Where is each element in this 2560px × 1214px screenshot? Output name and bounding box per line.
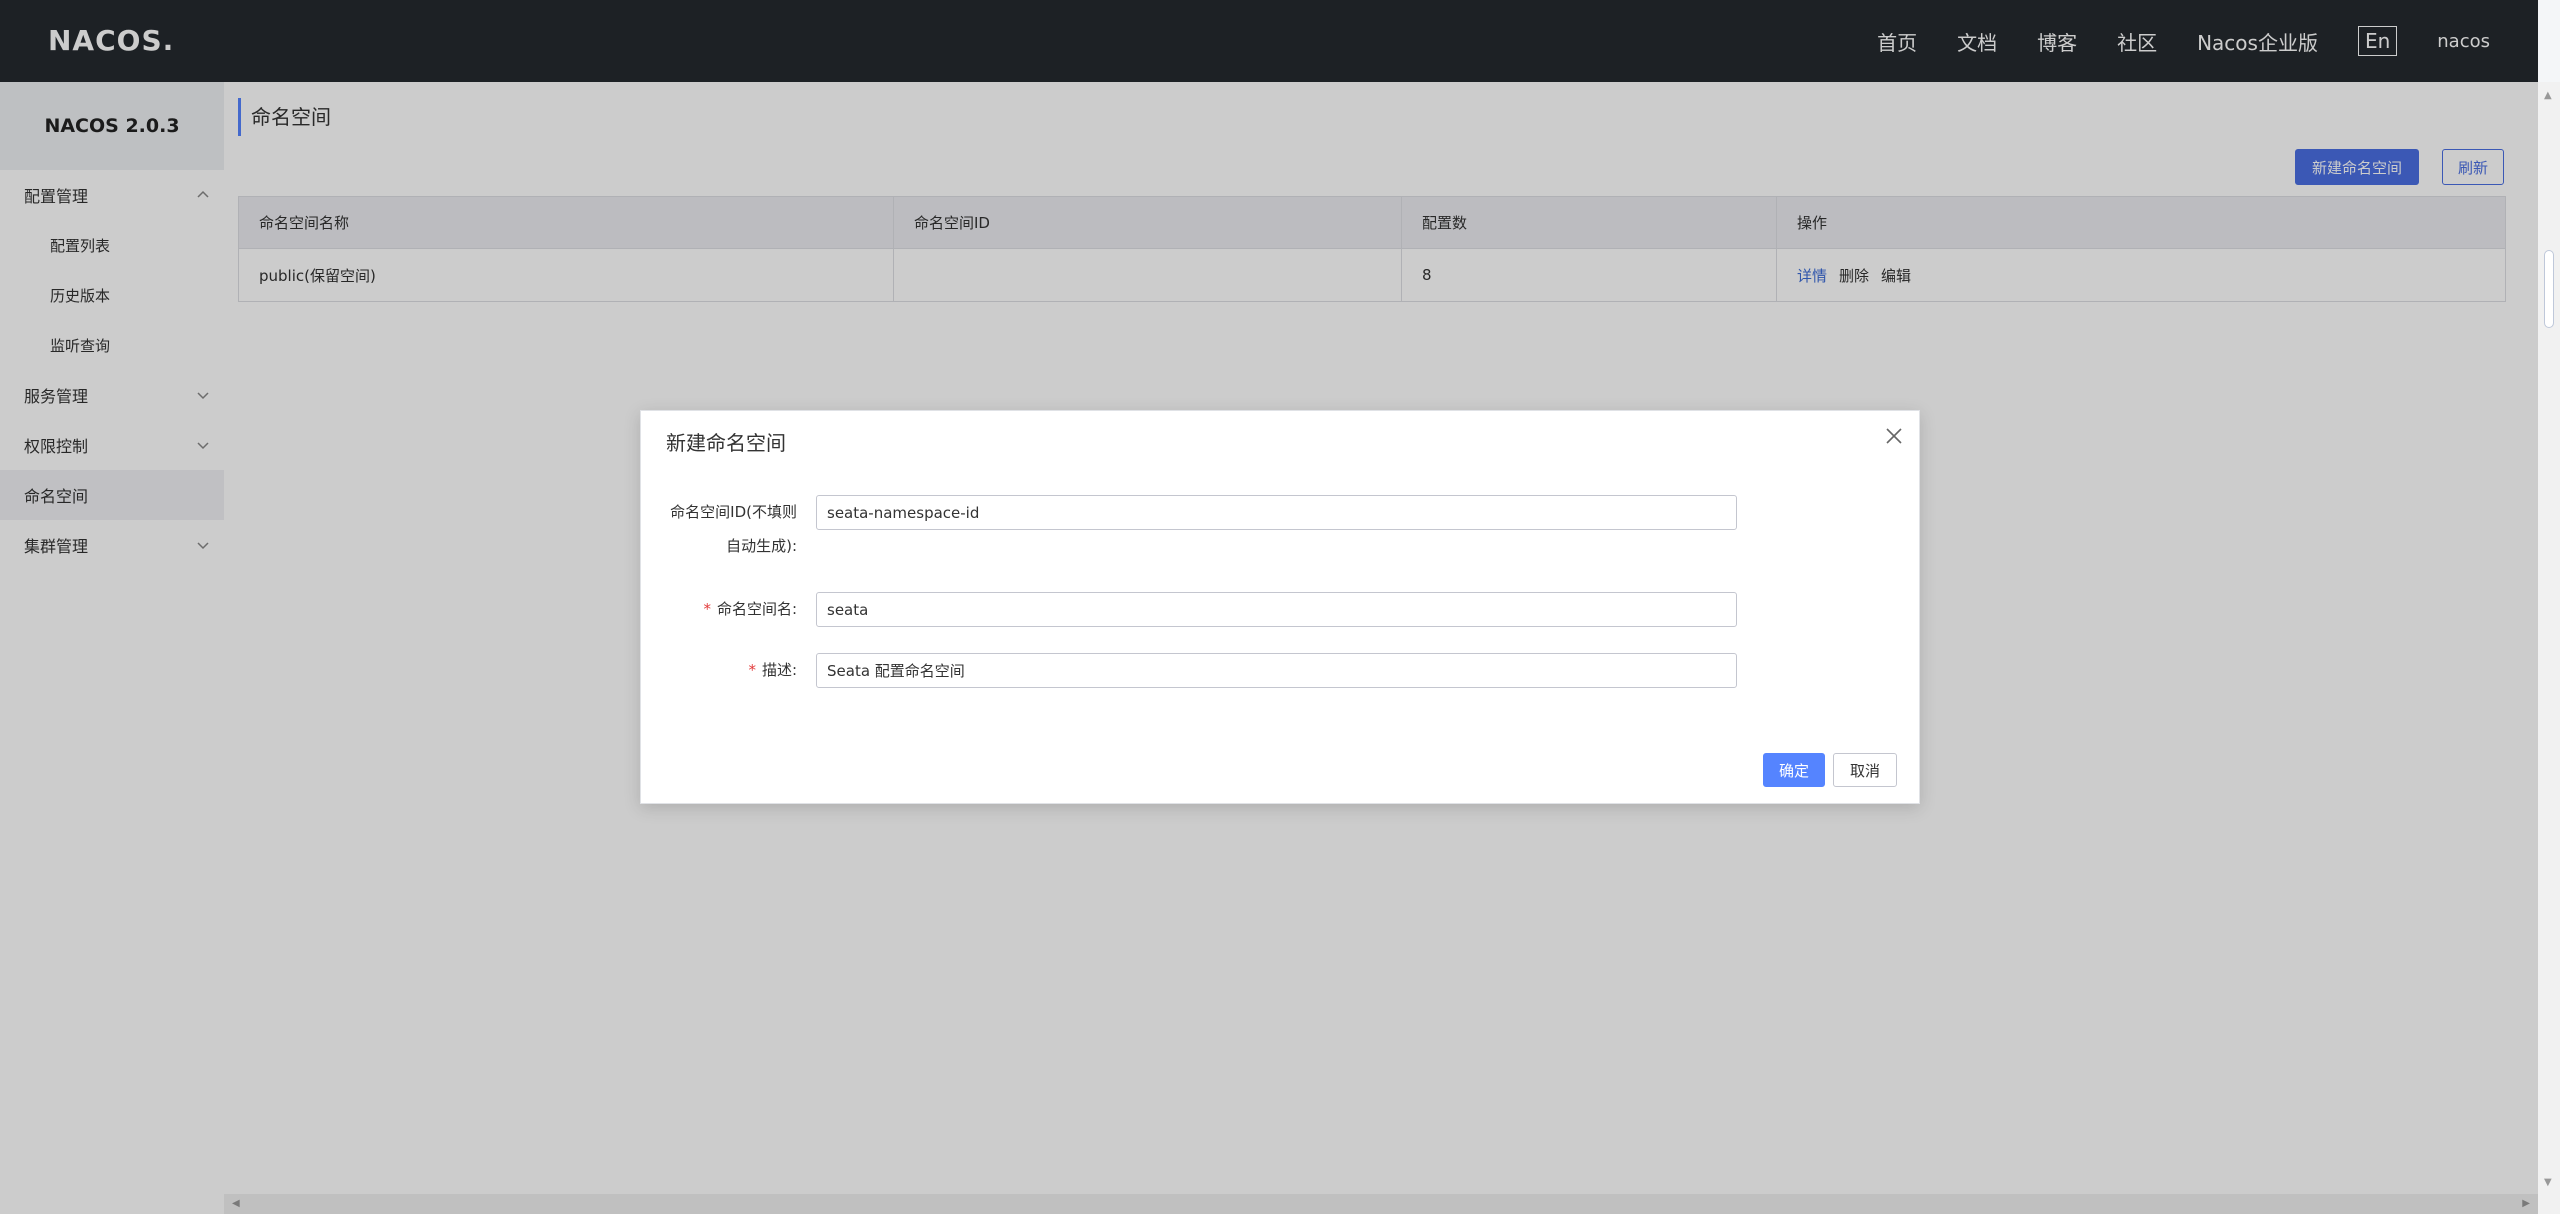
required-marker: * xyxy=(703,600,711,618)
scroll-down-arrow-icon[interactable]: ▼ xyxy=(2544,1177,2552,1188)
confirm-button[interactable]: 确定 xyxy=(1763,753,1825,787)
vertical-scrollbar[interactable]: ▲ ▼ xyxy=(2538,82,2560,1214)
namespace-id-label-line1: 命名空间ID(不填则 xyxy=(670,503,797,521)
namespace-id-label: 命名空间ID(不填则 自动生成): xyxy=(670,495,797,563)
new-namespace-dialog: 新建命名空间 命名空间ID(不填则 自动生成): * 命名空间名: * 描述: 确定… xyxy=(640,410,1920,804)
namespace-name-input[interactable] xyxy=(816,592,1737,627)
dialog-title: 新建命名空间 xyxy=(666,431,786,455)
scroll-up-arrow-icon[interactable]: ▲ xyxy=(2544,90,2552,101)
namespace-id-label-line2: 自动生成): xyxy=(726,537,797,555)
cancel-button[interactable]: 取消 xyxy=(1833,753,1897,787)
description-label: * 描述: xyxy=(748,653,797,687)
vertical-scrollbar-thumb[interactable] xyxy=(2544,250,2554,328)
namespace-id-input[interactable] xyxy=(816,495,1737,530)
required-marker: * xyxy=(748,661,756,679)
close-icon[interactable] xyxy=(1883,425,1905,447)
namespace-name-label: * 命名空间名: xyxy=(703,592,797,626)
description-label-text: 描述: xyxy=(761,661,797,679)
namespace-name-label-text: 命名空间名: xyxy=(716,600,797,618)
description-input[interactable] xyxy=(816,653,1737,688)
